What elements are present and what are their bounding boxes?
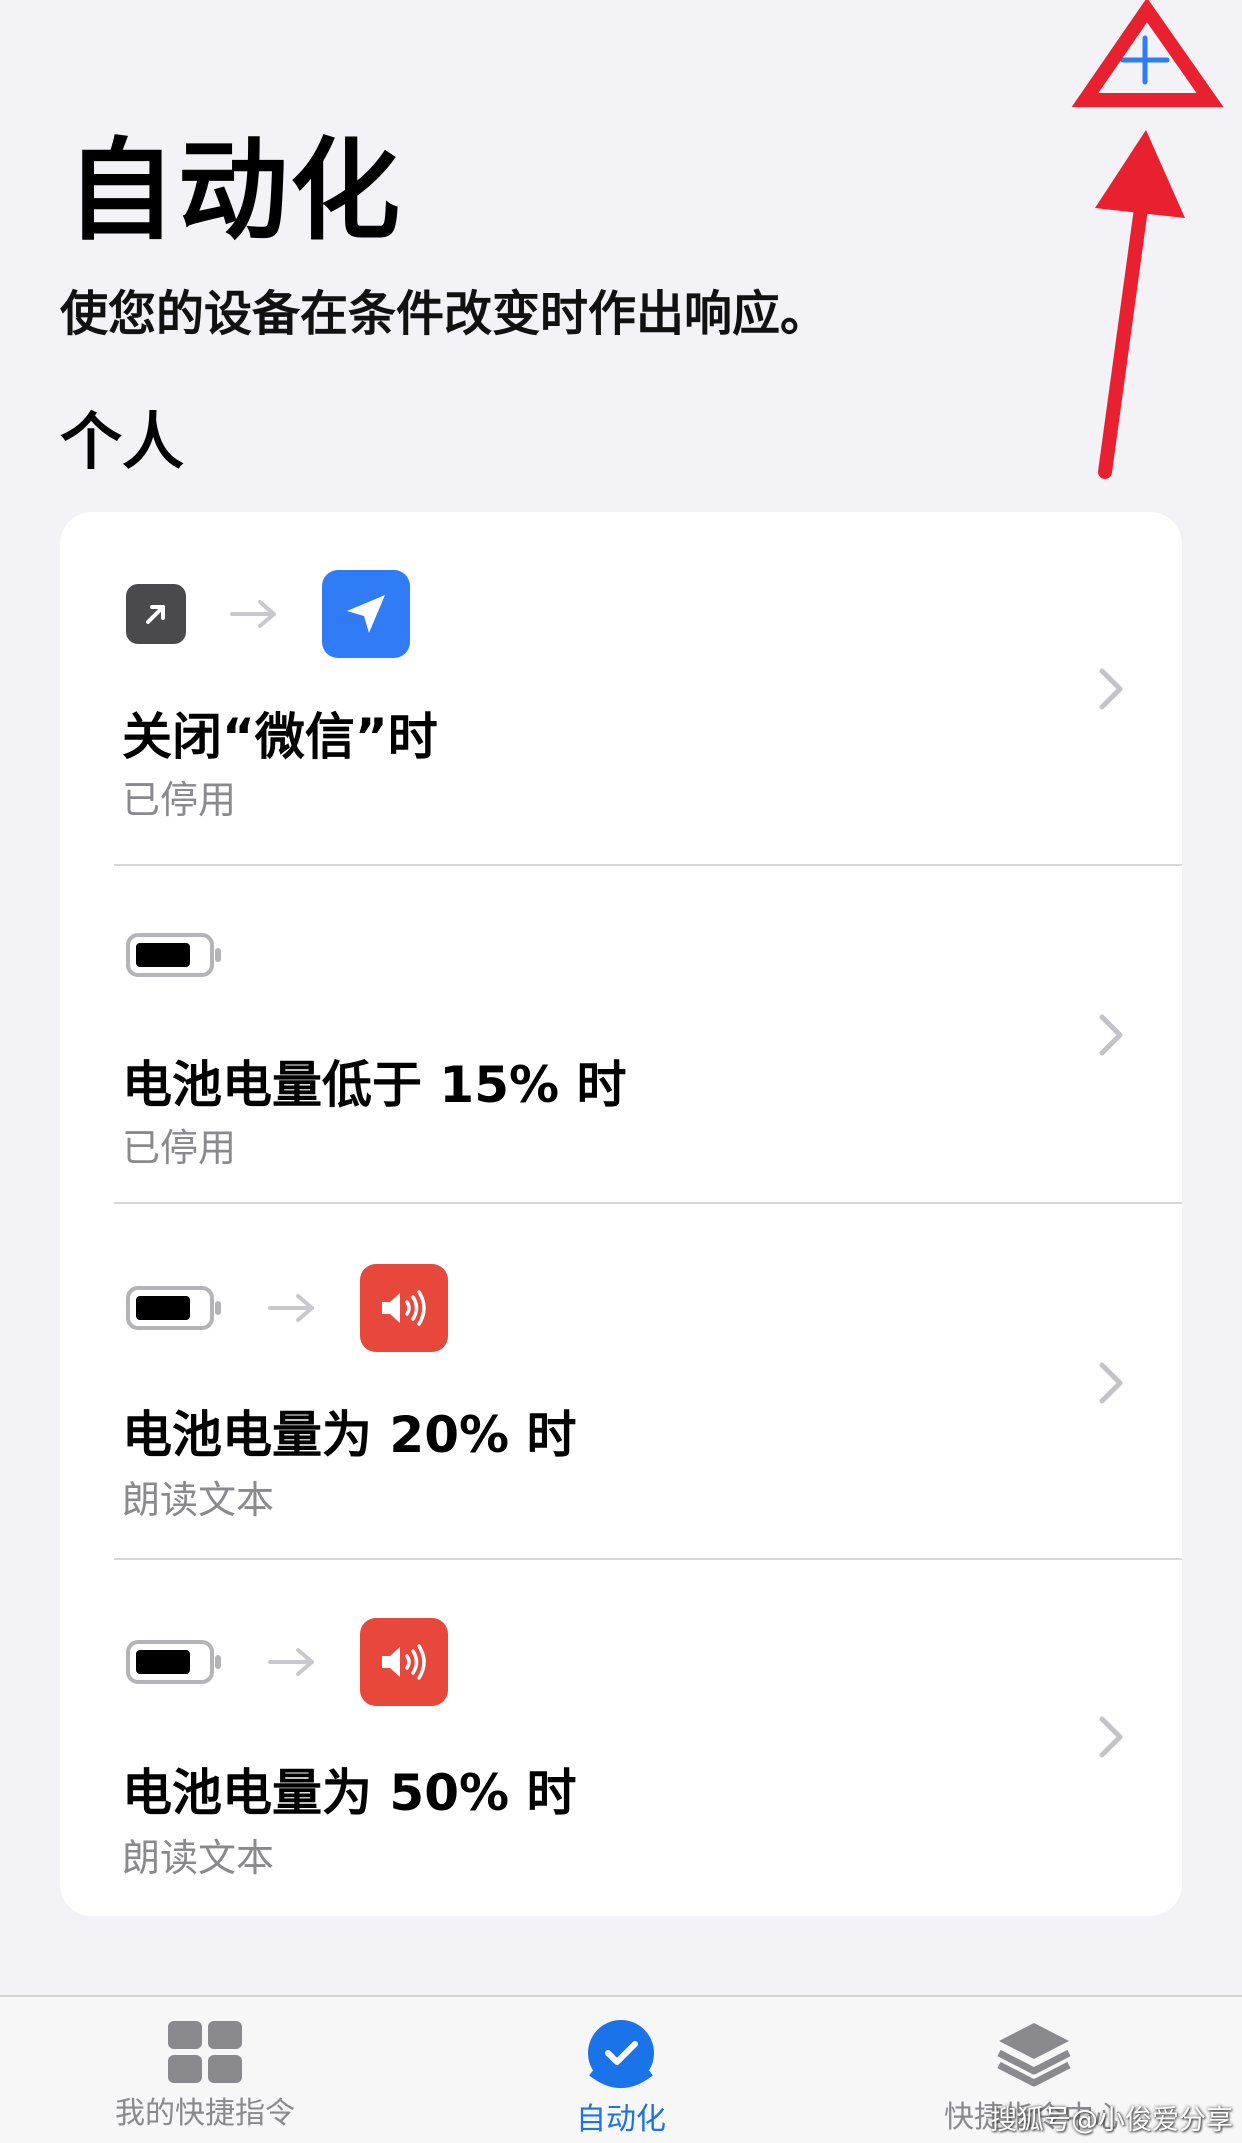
chevron-right-icon — [1099, 1014, 1123, 1056]
app-arrow-icon — [126, 584, 186, 644]
automation-screen: 自动化 使您的设备在条件改变时作出响应。 个人 关闭“微信”时 已停用 电池电量… — [0, 0, 1242, 2143]
watermark: 搜狐号@小俊爱分享 — [990, 2105, 1233, 2136]
chevron-right-icon — [1099, 668, 1123, 710]
tab-label: 自动化 — [576, 2102, 666, 2137]
speaker-icon — [360, 1264, 448, 1352]
tab-my-shortcuts[interactable]: 我的快捷指令 — [55, 2019, 355, 2130]
row-icons — [126, 1264, 448, 1352]
tab-automation[interactable]: 自动化 — [471, 2019, 771, 2136]
row-icons — [126, 1618, 448, 1706]
stack-icon — [997, 2023, 1071, 2087]
red-annotation-arrow — [1071, 0, 1224, 479]
arrow-right-icon — [230, 600, 276, 628]
battery-icon — [126, 1640, 221, 1684]
automation-title: 电池电量为 50% 时 — [122, 1764, 577, 1822]
automation-row[interactable]: 电池电量为 50% 时 朗读文本 — [60, 1560, 1182, 1916]
battery-icon — [126, 933, 221, 977]
battery-icon — [126, 1286, 221, 1330]
add-automation-button[interactable] — [1105, 20, 1185, 100]
automation-status: 已停用 — [122, 778, 237, 822]
speaker-icon — [360, 1618, 448, 1706]
tab-label: 我的快捷指令 — [115, 2096, 295, 2131]
section-title-personal: 个人 — [60, 405, 185, 478]
automation-title: 电池电量为 20% 时 — [122, 1406, 577, 1464]
automations-list: 关闭“微信”时 已停用 电池电量低于 15% 时 已停用 电池电量为 20% 时… — [60, 512, 1182, 1916]
automation-row[interactable]: 电池电量为 20% 时 朗读文本 — [60, 1204, 1182, 1560]
automation-title: 关闭“微信”时 — [122, 708, 438, 766]
arrow-right-icon — [268, 1648, 314, 1676]
chevron-right-icon — [1099, 1716, 1123, 1758]
automation-status: 朗读文本 — [122, 1836, 275, 1880]
checkmark-circle-icon — [588, 2020, 654, 2088]
grid-icon — [168, 2021, 242, 2083]
row-icons — [126, 570, 410, 658]
chevron-right-icon — [1099, 1362, 1123, 1404]
page-title: 自动化 — [66, 127, 402, 255]
row-icons — [126, 932, 224, 978]
page-subtitle: 使您的设备在条件改变时作出响应。 — [60, 286, 829, 342]
arrow-right-icon — [268, 1294, 314, 1322]
automation-status: 朗读文本 — [122, 1478, 275, 1522]
automation-title: 电池电量低于 15% 时 — [122, 1056, 627, 1114]
automation-row[interactable]: 关闭“微信”时 已停用 — [60, 512, 1182, 866]
plus-icon — [1120, 35, 1170, 85]
automation-status: 已停用 — [122, 1126, 237, 1170]
location-arrow-icon — [322, 570, 410, 658]
automation-row[interactable]: 电池电量低于 15% 时 已停用 — [60, 866, 1182, 1204]
